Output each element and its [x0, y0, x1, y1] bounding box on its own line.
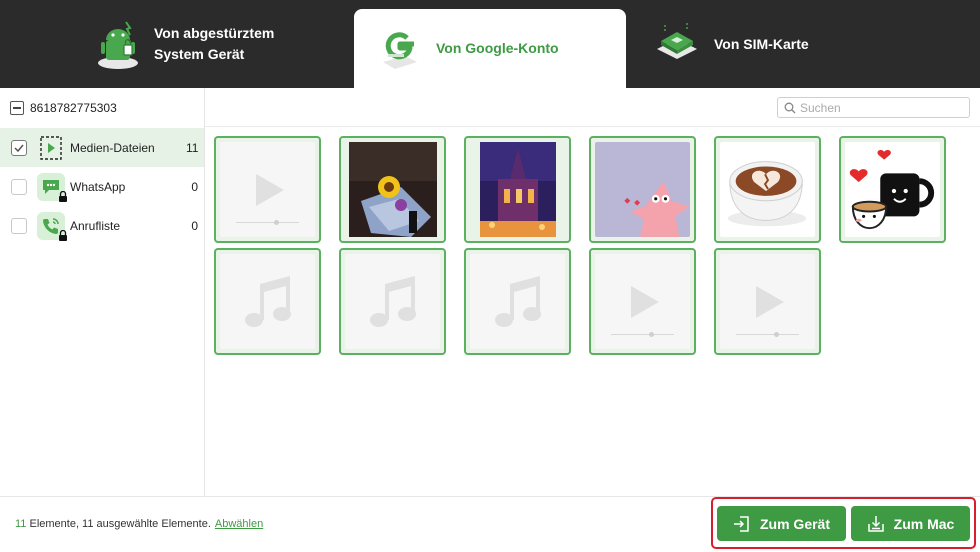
phone-call-icon [37, 211, 67, 241]
sidebar-item-count: 11 [186, 140, 199, 155]
sidebar-item-whatsapp[interactable]: WhatsApp 0 [0, 167, 204, 206]
sidebar-item-media-files[interactable]: Medien-Dateien 11 [0, 128, 204, 167]
content-header-divider [205, 126, 980, 127]
tab-sim-card[interactable]: Von SIM-Karte [648, 0, 888, 88]
photo-sunflower-bouquet [348, 142, 437, 237]
lock-icon [59, 190, 67, 202]
photo-latte-art-heart [727, 161, 807, 227]
video-progress-line [736, 332, 799, 337]
media-item-video[interactable] [714, 248, 821, 355]
source-tab-bar: Von abgestürztem System Gerät Von Google… [0, 0, 980, 88]
music-note-icon [494, 275, 541, 327]
video-play-icon [755, 285, 784, 318]
collapse-minus-icon[interactable] [10, 101, 24, 115]
search-box[interactable] [777, 97, 970, 118]
lock-icon [59, 229, 67, 241]
photo-patrick-star-sticker [595, 142, 690, 237]
music-note-icon [244, 275, 291, 327]
sidebar-item-label: Medien-Dateien [70, 140, 155, 155]
google-g-icon [372, 21, 428, 77]
tab-google-account[interactable]: Von Google-Konto [354, 9, 626, 88]
sidebar-item-label: Anrufliste [70, 218, 121, 233]
photo-coffee-mugs-hearts [849, 149, 935, 230]
media-item-video[interactable] [589, 248, 696, 355]
tab-crashed-system-device[interactable]: Von abgestürztem System Gerät [92, 0, 342, 88]
video-progress-line [236, 220, 299, 225]
sidebar-item-count: 0 [191, 179, 198, 194]
to-device-label: Zum Gerät [759, 515, 830, 532]
whatsapp-chat-icon [37, 172, 67, 202]
video-play-icon [630, 285, 659, 318]
call-log-checkbox[interactable] [11, 217, 27, 234]
media-file-icon [37, 134, 65, 162]
music-note-icon [369, 275, 416, 327]
to-mac-button[interactable]: Zum Mac [851, 506, 970, 541]
whatsapp-checkbox[interactable] [11, 178, 27, 195]
sidebar-item-call-log[interactable]: Anrufliste 0 [0, 206, 204, 245]
to-mac-label: Zum Mac [893, 515, 955, 532]
status-text: Elemente, 11 ausgewählte Elemente. [26, 518, 211, 530]
photo-night-building [479, 142, 556, 237]
item-count: 11 [15, 518, 27, 530]
tab-label-line2: System Gerät [154, 46, 245, 62]
checkmark-icon [14, 144, 24, 152]
media-item-audio[interactable] [464, 248, 571, 355]
search-input[interactable] [800, 100, 960, 115]
media-item-audio[interactable] [214, 248, 321, 355]
android-robot-icon [92, 16, 148, 72]
device-id: 8618782775303 [30, 101, 117, 115]
sidebar-item-count: 0 [191, 218, 198, 233]
sidebar-item-label: WhatsApp [70, 179, 126, 194]
tab-label-line1: Von abgestürztem [154, 25, 275, 41]
media-item-photo[interactable] [339, 136, 446, 243]
tab-label: Von Google-Konto [436, 40, 559, 56]
media-item-photo[interactable] [714, 136, 821, 243]
media-item-audio[interactable] [339, 248, 446, 355]
download-to-computer-icon [867, 515, 884, 532]
import-to-device-icon [733, 515, 749, 532]
media-item-photo[interactable] [839, 136, 946, 243]
media-item-photo[interactable] [589, 136, 696, 243]
tab-label: Von SIM-Karte [714, 35, 809, 52]
selection-status: 11 Elemente, 11 ausgewählte Elemente. Abw… [15, 518, 263, 530]
to-device-button[interactable]: Zum Gerät [717, 506, 846, 541]
video-play-icon [255, 173, 284, 206]
media-item-photo[interactable] [464, 136, 571, 243]
deselect-link[interactable]: Abwählen [215, 518, 263, 530]
media-item-video[interactable] [214, 136, 321, 243]
video-progress-line [611, 332, 674, 337]
media-files-checkbox[interactable] [11, 139, 27, 156]
category-sidebar: 8618782775303 Medien-Dateien 11 WhatsApp… [0, 88, 205, 496]
sim-card-icon [648, 16, 704, 72]
search-icon [784, 102, 796, 113]
device-row[interactable]: 8618782775303 [0, 88, 204, 128]
